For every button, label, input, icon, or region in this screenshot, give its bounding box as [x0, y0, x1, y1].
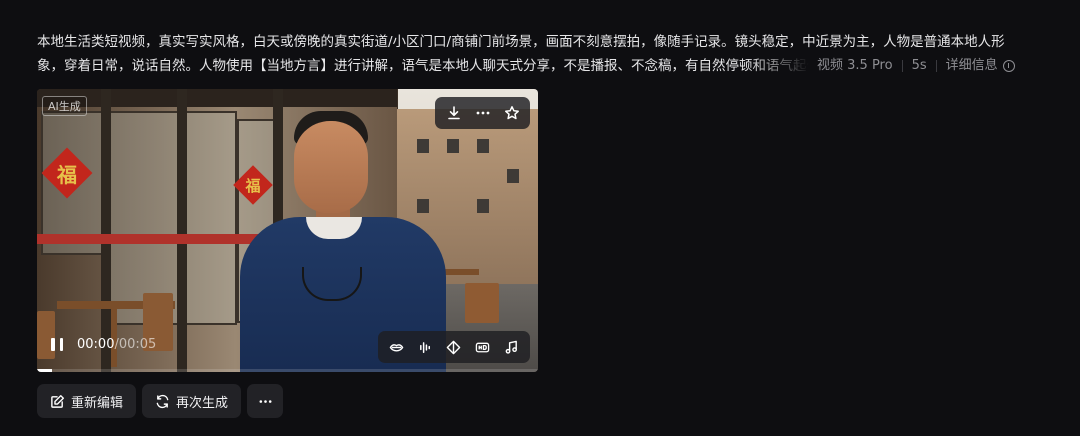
hd-icon: [476, 342, 490, 352]
duration-label: 5s: [911, 58, 927, 73]
favorite-button[interactable]: [499, 100, 525, 126]
diamond-icon: [447, 340, 461, 354]
regenerate-label: 再次生成: [176, 395, 229, 411]
prompt-line-1: 本地生活类短视频，真实写实风格，白天或傍晚的真实街道/小区门口/商铺门前场景，画…: [37, 34, 1005, 50]
lipsync-button[interactable]: [383, 334, 409, 360]
total-time: 00:05: [118, 337, 157, 352]
music-note-icon: [505, 340, 518, 354]
model-name: 视频 3.5 Pro: [817, 58, 893, 73]
current-time: 00:00: [77, 337, 115, 352]
prompt-text: 本地生活类短视频，真实写实风格，白天或傍晚的真实街道/小区门口/商铺门前场景，画…: [37, 30, 1047, 78]
waveform-icon: [419, 341, 430, 353]
regenerate-button[interactable]: 再次生成: [142, 384, 242, 418]
voice-button[interactable]: [412, 334, 438, 360]
more-actions-button[interactable]: [247, 384, 284, 418]
video-edit-toolbar: [378, 331, 530, 363]
fu-sign: 福: [57, 162, 77, 187]
video-frame: 福 福: [37, 89, 538, 372]
playback-controls: 00:00 / 00:05: [51, 337, 156, 352]
pause-button[interactable]: [51, 338, 63, 351]
music-button[interactable]: [499, 334, 525, 360]
edit-icon: [51, 394, 65, 408]
progress-fill: [37, 369, 53, 372]
prompt-line-2: 象，穿着日常，说话自然。人物使用【当地方言】进行讲解，语气是本地人聊天式分享，不…: [37, 58, 809, 74]
ai-generated-badge: AI生成: [42, 96, 87, 116]
video-top-toolbar: [435, 97, 530, 129]
download-button[interactable]: [441, 100, 467, 126]
generation-meta: 视频 3.5 Pro 5s 详细信息: [817, 54, 1015, 78]
more-icon: [476, 111, 489, 115]
action-bar: 重新编辑 再次生成: [37, 384, 284, 418]
info-icon[interactable]: [1002, 60, 1015, 72]
more-button[interactable]: [470, 100, 496, 126]
reedit-label: 重新编辑: [71, 395, 124, 411]
download-icon: [447, 106, 460, 120]
video-player[interactable]: 福 福 AI生成 00:00 / 00:05: [37, 89, 538, 372]
refresh-icon: [156, 394, 169, 408]
star-icon: [504, 106, 519, 120]
frames-button[interactable]: [441, 334, 467, 360]
progress-bar[interactable]: [37, 369, 538, 372]
meta-divider: [901, 60, 903, 72]
reedit-button[interactable]: 重新编辑: [37, 384, 137, 418]
details-link[interactable]: 详细信息: [946, 54, 998, 78]
lip-icon: [389, 343, 404, 351]
meta-divider: [935, 60, 937, 72]
more-icon: [259, 399, 272, 403]
hd-button[interactable]: [470, 334, 496, 360]
